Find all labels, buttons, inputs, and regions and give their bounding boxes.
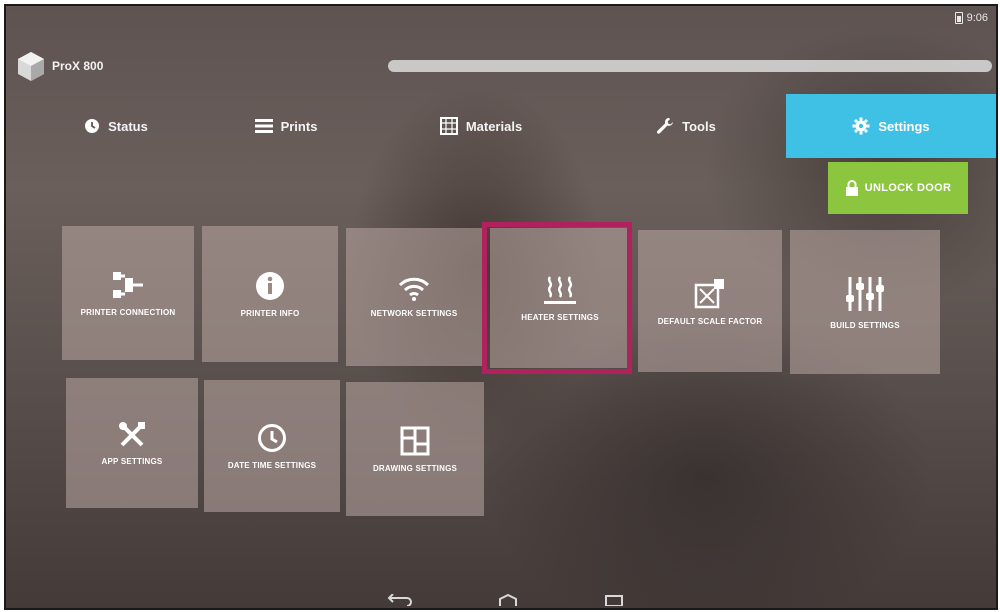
tab-tools[interactable]: Tools bbox=[586, 94, 786, 158]
scale-icon bbox=[694, 278, 724, 308]
tile-label: PRINTER CONNECTION bbox=[80, 307, 176, 317]
tab-prints-label: Prints bbox=[280, 118, 318, 134]
unlock-door-button[interactable]: UNLOCK DOOR bbox=[828, 162, 968, 214]
app-header: ProX 800 bbox=[16, 50, 103, 82]
battery-icon bbox=[954, 12, 963, 24]
tile-label: DEFAULT SCALE FACTOR bbox=[657, 316, 763, 326]
clock-icon bbox=[258, 423, 286, 452]
tile-printer-connection[interactable]: PRINTER CONNECTION bbox=[62, 226, 194, 360]
tab-status[interactable]: Status bbox=[36, 94, 196, 158]
heat-icon bbox=[544, 275, 576, 304]
clock-icon bbox=[85, 119, 100, 133]
tile-label: BUILD SETTINGS bbox=[830, 320, 900, 330]
tile-default-scale-factor[interactable]: DEFAULT SCALE FACTOR bbox=[638, 230, 782, 372]
tile-label: HEATER SETTINGS bbox=[521, 312, 599, 322]
tile-drawing-settings[interactable]: DRAWING SETTINGS bbox=[346, 382, 484, 516]
tab-tools-label: Tools bbox=[682, 118, 716, 134]
unlock-door-label: UNLOCK DOOR bbox=[864, 182, 952, 194]
status-time: 9:06 bbox=[966, 12, 988, 24]
layout-icon bbox=[400, 426, 430, 455]
app-title: ProX 800 bbox=[52, 59, 104, 73]
tile-app-settings[interactable]: APP SETTINGS bbox=[66, 378, 198, 508]
tab-settings[interactable]: Settings bbox=[786, 94, 996, 158]
tile-network-settings[interactable]: NETWORK SETTINGS bbox=[346, 228, 482, 366]
tab-settings-label: Settings bbox=[878, 118, 930, 134]
home-icon[interactable] bbox=[496, 594, 520, 606]
gear-icon bbox=[852, 117, 870, 135]
android-nav-bar bbox=[346, 594, 666, 608]
tools-icon bbox=[119, 421, 145, 446]
tab-status-label: Status bbox=[108, 118, 148, 134]
materials-icon bbox=[439, 117, 458, 135]
tile-heater-settings[interactable]: HEATER SETTINGS bbox=[490, 228, 630, 368]
progress-bar bbox=[388, 60, 992, 72]
tablet-screen: 9:06 ProX 800 Status Prints Materials To… bbox=[4, 4, 998, 610]
list-icon bbox=[254, 119, 273, 133]
tile-label: DRAWING SETTINGS bbox=[372, 463, 458, 473]
tab-bar: Status Prints Materials Tools Settings bbox=[6, 94, 996, 158]
back-icon[interactable] bbox=[387, 594, 413, 606]
status-bar: 9:06 bbox=[954, 12, 988, 24]
tile-label: PRINTER INFO bbox=[240, 308, 300, 318]
tile-label: NETWORK SETTINGS bbox=[370, 308, 458, 318]
tile-printer-info[interactable]: PRINTER INFO bbox=[202, 226, 338, 362]
tile-build-settings[interactable]: BUILD SETTINGS bbox=[790, 230, 940, 374]
tab-materials[interactable]: Materials bbox=[376, 94, 586, 158]
connection-icon bbox=[113, 271, 143, 298]
lock-icon bbox=[845, 180, 858, 196]
cube-logo-icon bbox=[18, 52, 44, 81]
tile-label: APP SETTINGS bbox=[101, 456, 163, 466]
tab-prints[interactable]: Prints bbox=[196, 94, 376, 158]
recents-icon[interactable] bbox=[603, 594, 625, 606]
wrench-icon bbox=[657, 118, 674, 134]
tile-date-time-settings[interactable]: DATE TIME SETTINGS bbox=[204, 380, 340, 512]
tile-label: DATE TIME SETTINGS bbox=[227, 460, 317, 470]
tab-materials-label: Materials bbox=[465, 118, 523, 134]
info-icon bbox=[256, 271, 284, 300]
sliders-icon bbox=[846, 276, 884, 311]
wifi-icon bbox=[398, 277, 430, 301]
